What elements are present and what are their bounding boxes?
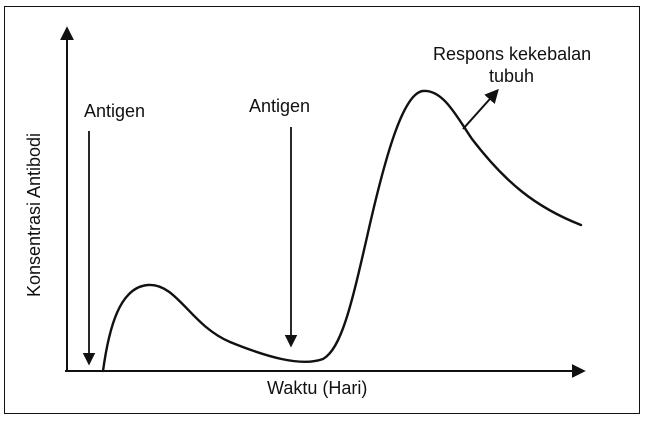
antigen-label-first: Antigen (84, 101, 146, 121)
figure-frame: Antigen Antigen Respons kekebalan tubuh … (4, 6, 640, 414)
antibody-curve (101, 89, 583, 373)
response-arrow (462, 88, 499, 130)
chart-canvas (60, 26, 586, 378)
y-axis-label: Konsentrasi Antibodi (24, 132, 45, 298)
response-label-line1: Respons kekebalan (433, 44, 592, 64)
response-label-line2: tubuh (489, 66, 535, 86)
x-axis-label: Waktu (Hari) (267, 378, 368, 398)
antigen-label-second: Antigen (249, 96, 311, 116)
